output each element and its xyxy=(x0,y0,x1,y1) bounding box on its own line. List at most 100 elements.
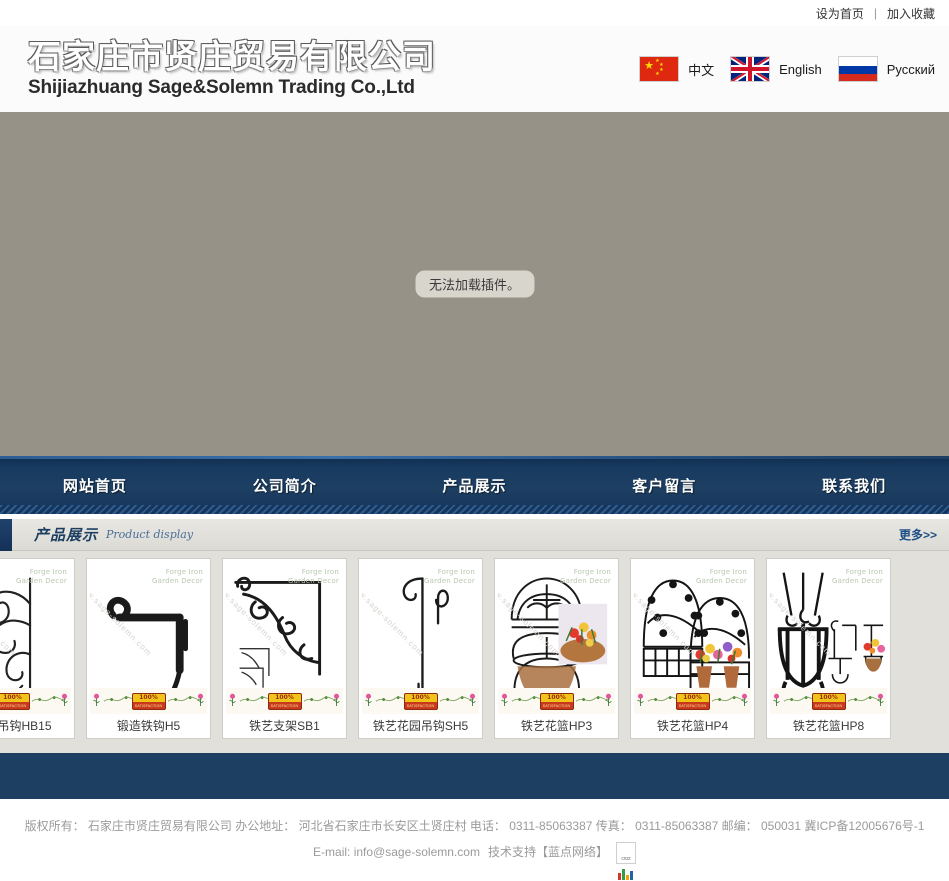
flower-icon xyxy=(332,693,341,712)
uk-flag-icon xyxy=(730,56,771,82)
product-card[interactable]: www.sage-solemn.com Forge Iron Garden Deco… xyxy=(494,558,619,739)
guarantee-badge: 100% SATISFACTION GUARANTEED xyxy=(0,693,30,710)
cnzz-bars-icon xyxy=(617,868,635,881)
more-products-link[interactable]: 更多>> xyxy=(899,526,937,543)
main-navigation: 网站首页 公司简介 产品展示 客户留言 联系我们 xyxy=(0,456,949,519)
watermark-line1: Forge Iron xyxy=(165,568,203,576)
watermark-forge-iron: Forge Iron Garden Decor xyxy=(560,568,611,587)
flower-icon xyxy=(636,693,645,712)
flower-icon xyxy=(364,693,373,712)
watermark-line1: Forge Iron xyxy=(301,568,339,576)
badge-percent: 100% xyxy=(676,694,709,702)
language-label-ru: Русский xyxy=(886,61,935,77)
nav-bar: 网站首页 公司简介 产品展示 客户留言 联系我们 xyxy=(0,456,949,514)
section-header: 产品展示 Product display 更多>> xyxy=(0,518,949,551)
banner-flash-area: 无法加载插件。 xyxy=(0,112,949,456)
product-thumbnail[interactable]: www.sage-solemn.com Forge Iron Garden Deco… xyxy=(770,562,887,714)
product-name: 铁艺支架SB1 xyxy=(249,719,320,733)
flower-icon xyxy=(468,693,477,712)
flower-icon xyxy=(196,693,205,712)
cnzz-counter-icon[interactable]: cnzz xyxy=(615,841,636,880)
badge-percent: 100% xyxy=(404,694,437,702)
language-label-cn: 中文 xyxy=(688,62,715,78)
nav-item-feedback[interactable]: 客户留言 xyxy=(569,475,759,496)
watermark-line2: Garden Decor xyxy=(152,577,203,586)
utility-bar: 设为首页 | 加入收藏 xyxy=(0,0,949,26)
watermark-forge-iron: Forge Iron Garden Decor xyxy=(832,568,883,587)
guarantee-badge: 100% SATISFACTION GUARANTEED xyxy=(811,693,846,710)
product-thumbnail[interactable]: www.sage-solemn.com Forge Iron Garden Deco… xyxy=(90,562,207,714)
product-thumbnail[interactable]: www.sage-solemn.com Forge Iron Garden Deco… xyxy=(498,562,615,714)
nav-item-home[interactable]: 网站首页 xyxy=(0,475,190,496)
language-option-en[interactable]: English xyxy=(730,56,822,82)
add-favorite-link[interactable]: 加入收藏 xyxy=(887,5,935,22)
product-thumbnail[interactable]: www.sage-solemn.com Forge Iron Garden Deco… xyxy=(226,562,343,714)
nav-item-products[interactable]: 产品展示 xyxy=(380,475,570,496)
utility-separator: | xyxy=(873,6,877,20)
badge-percent: 100% xyxy=(540,694,573,702)
nav-item-contact[interactable]: 联系我们 xyxy=(759,475,949,496)
flower-icon xyxy=(604,693,613,712)
product-card[interactable]: www.sage-solemn.com Forge Iron Garden Deco… xyxy=(766,558,891,739)
badge-percent: 100% xyxy=(0,694,29,702)
flower-icon xyxy=(876,693,885,712)
guarantee-badge: 100% SATISFACTION GUARANTEED xyxy=(403,693,438,710)
product-card[interactable]: www.sage-solemn.com Forge Iron Garden Deco… xyxy=(86,558,211,739)
company-name-cn: 石家庄市贤庄贸易有限公司 xyxy=(28,36,436,76)
product-thumbnail[interactable]: www.sage-solemn.com Forge Iron Garden Deco… xyxy=(634,562,751,714)
cnzz-label: cnzz xyxy=(621,855,631,862)
watermark-forge-iron: Forge Iron Garden Decor xyxy=(696,568,747,587)
nav-item-about[interactable]: 公司简介 xyxy=(190,475,380,496)
watermark-line2: Garden Decor xyxy=(16,577,67,586)
section-title-en: Product display xyxy=(106,528,194,541)
watermark-line2: Garden Decor xyxy=(696,577,747,586)
brand-block: 石家庄市贤庄贸易有限公司 Shijiazhuang Sage&Solemn Tr… xyxy=(0,36,436,100)
product-name: 铁艺花篮HP3 xyxy=(520,719,593,733)
set-homepage-link[interactable]: 设为首页 xyxy=(816,5,864,22)
product-thumbnail[interactable]: www.sage-solemn.com Forge Iron Garden Deco… xyxy=(362,562,479,714)
product-thumbnail[interactable]: www.sage-solemn.com Forge Iron Garden Deco… xyxy=(0,562,71,714)
product-card[interactable]: www.sage-solemn.com Forge Iron Garden Deco… xyxy=(358,558,483,739)
product-carousel[interactable]: www.sage-solemn.com Forge Iron Garden Deco… xyxy=(0,551,949,745)
flower-icon xyxy=(500,693,509,712)
watermark-forge-iron: Forge Iron Garden Decor xyxy=(424,568,475,587)
footer-support[interactable]: 技术支持【蓝点网络】 xyxy=(488,839,608,865)
badge-caption: SATISFACTION GUARANTEED xyxy=(270,704,299,708)
watermark-line1: Forge Iron xyxy=(573,568,611,576)
badge-percent: 100% xyxy=(812,694,845,702)
watermark-line1: Forge Iron xyxy=(709,568,747,576)
site-header: 石家庄市贤庄贸易有限公司 Shijiazhuang Sage&Solemn Tr… xyxy=(0,26,949,112)
footer-copyright-line: 版权所有： 石家庄市贤庄贸易有限公司 办公地址： 河北省石家庄市长安区土贤庄村 … xyxy=(24,819,925,833)
watermark-line2: Garden Decor xyxy=(832,577,883,586)
guarantee-badge: 100% SATISFACTION GUARANTEED xyxy=(267,693,302,710)
product-name: 铁艺花园吊钩SH5 xyxy=(372,719,469,733)
watermark-forge-iron: Forge Iron Garden Decor xyxy=(152,568,203,587)
watermark-line2: Garden Decor xyxy=(424,577,475,586)
guarantee-badge: 100% SATISFACTION GUARANTEED xyxy=(539,693,574,710)
product-name: 锻造铁钩H5 xyxy=(116,719,181,733)
product-name: 铁艺花篮HP4 xyxy=(656,719,729,733)
flower-icon xyxy=(740,693,749,712)
watermark-line1: Forge Iron xyxy=(845,568,883,576)
product-card[interactable]: www.sage-solemn.com Forge Iron Garden Deco… xyxy=(222,558,347,739)
badge-caption: SATISFACTION GUARANTEED xyxy=(678,704,707,708)
watermark-line1: Forge Iron xyxy=(29,568,67,576)
watermark-line1: Forge Iron xyxy=(437,568,475,576)
watermark-forge-iron: Forge Iron Garden Decor xyxy=(288,568,339,587)
footer-contact-line: E-mail: info@sage-solemn.com 技术支持【蓝点网络】 … xyxy=(0,839,949,880)
language-switcher: ★ ★ ★ ★ ★ 中文 English Русский xyxy=(623,56,949,82)
footer-accent-bar xyxy=(0,753,949,799)
badge-caption: SATISFACTION GUARANTEED xyxy=(406,704,435,708)
product-card[interactable]: www.sage-solemn.com Forge Iron Garden Deco… xyxy=(0,558,75,739)
plugin-error-message: 无法加载插件。 xyxy=(414,270,535,298)
product-display-section: 产品展示 Product display 更多>> www.sage-solem… xyxy=(0,518,949,753)
russia-flag-icon xyxy=(837,56,878,82)
language-option-ru[interactable]: Русский xyxy=(837,56,935,82)
flower-icon xyxy=(772,693,781,712)
company-name-en: Shijiazhuang Sage&Solemn Trading Co.,Ltd xyxy=(28,77,415,99)
footer-email[interactable]: E-mail: info@sage-solemn.com xyxy=(313,839,480,865)
language-option-cn[interactable]: ★ ★ ★ ★ ★ 中文 xyxy=(639,56,714,82)
badge-caption: SATISFACTION GUARANTEED xyxy=(814,704,843,708)
watermark-line2: Garden Decor xyxy=(288,577,339,586)
product-card[interactable]: www.sage-solemn.com Forge Iron Garden Deco… xyxy=(630,558,755,739)
